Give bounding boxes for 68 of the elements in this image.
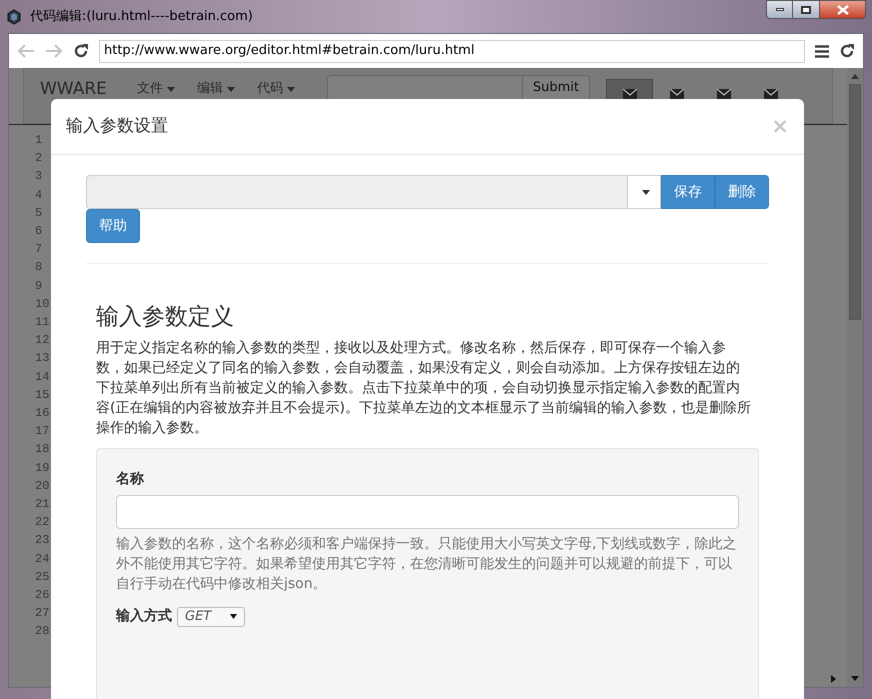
caret-icon (166, 86, 175, 92)
line-number: 23 (35, 532, 50, 550)
menu-dropdown[interactable]: 编辑 (196, 81, 235, 97)
close-icon (836, 4, 848, 14)
scroll-right-icon[interactable] (831, 675, 836, 683)
line-number: 19 (35, 460, 50, 477)
line-number: 18 (35, 441, 50, 458)
line-number: 21 (35, 496, 50, 514)
line-number: 14 (35, 368, 50, 386)
line-number: 5 (35, 204, 42, 222)
line-number: 2 (35, 150, 42, 168)
line-number: 27 (35, 605, 50, 622)
line-number: 13 (35, 350, 50, 368)
line-number: 16 (35, 405, 50, 422)
caret-icon (642, 190, 650, 194)
name-help-text: 输入参数的名称，这个名称必须和客户端保持一致。只能使用大小写英文字母,下划线或数字，除此之外不能使用其它字符。如果希望使用其它字符，在您清晰可能发生的问题并可以规避的前提下，可以自行手动在代码中修改相关json。 (116, 535, 738, 594)
method-label: 输入方式 (116, 606, 172, 626)
action-button[interactable]: 删除 (715, 175, 769, 209)
minimize-icon (776, 8, 784, 11)
caret-icon (226, 86, 235, 92)
envelope-icon (670, 88, 684, 100)
line-number: 24 (35, 550, 50, 568)
app-icon (6, 8, 22, 24)
name-label: 名称 (116, 470, 144, 489)
line-number: 26 (35, 587, 50, 604)
line-number: 6 (35, 223, 42, 240)
line-number: 8 (35, 259, 42, 276)
menu-dropdown[interactable]: 文件 (136, 81, 175, 97)
caret-icon (286, 86, 295, 92)
line-number: 4 (35, 186, 42, 204)
line-number: 20 (35, 478, 50, 495)
scrollbar-thumb[interactable] (849, 84, 861, 320)
envelope-icon (764, 88, 778, 100)
minimize-button[interactable] (766, 0, 793, 19)
menu-icon[interactable] (815, 44, 829, 58)
description-text: 用于定义指定名称的输入参数的类型，接收以及处理方式。修改名称，然后保存，即可保存一个输入参数，如果已经定义了同名的输入参数，会自动覆盖，如果没有定义，则会自动添加。上方保存按钮左边的下拉菜单列出所有当前被定义的输入参数。点击下拉菜单中的项，会自动切换显示指定输入参数的配置内容(正在编辑的内容被放弃并且不会提示)。下拉菜单左边的文本框显示了当前编辑的输入参数，也是删除所操作的输入参数。 (96, 339, 752, 438)
line-number: 10 (35, 296, 50, 313)
maximize-icon (801, 6, 811, 14)
envelope-icon (622, 88, 636, 100)
dialog-title: 输入参数设置 (66, 114, 168, 138)
line-number: 12 (35, 332, 50, 350)
submit-button[interactable]: Submit (522, 75, 590, 101)
line-number: 25 (35, 568, 50, 586)
maximize-button[interactable] (793, 0, 820, 19)
section-title: 输入参数定义 (96, 303, 235, 332)
line-number: 15 (35, 386, 50, 404)
help-button[interactable]: 帮助 (86, 209, 140, 243)
action-button[interactable]: 保存 (661, 175, 715, 209)
line-number: 1 (35, 132, 42, 149)
envelope-icon (716, 88, 730, 100)
scroll-up-icon[interactable] (851, 74, 859, 79)
line-number: 17 (35, 423, 50, 440)
method-select[interactable]: GET (177, 606, 245, 626)
brand-logo[interactable]: WWARE (40, 79, 107, 99)
line-number: 28 (35, 623, 50, 640)
line-number: 3 (35, 168, 42, 186)
line-number: 22 (35, 514, 50, 532)
line-number: 9 (35, 278, 42, 295)
reload-icon[interactable] (73, 43, 89, 59)
close-button[interactable] (820, 0, 866, 19)
line-number: 7 (35, 241, 42, 258)
window-title: 代码编辑:(luru.html----betrain.com) (30, 8, 253, 26)
caret-icon (230, 614, 237, 619)
menu-dropdown[interactable]: 代码 (256, 81, 295, 97)
scroll-down-icon[interactable] (851, 676, 859, 681)
line-number: 11 (35, 314, 50, 332)
reload-icon[interactable] (839, 43, 855, 59)
address-bar[interactable]: http://www.wware.org/editor.html#betrain.com/luru.html (99, 40, 805, 62)
